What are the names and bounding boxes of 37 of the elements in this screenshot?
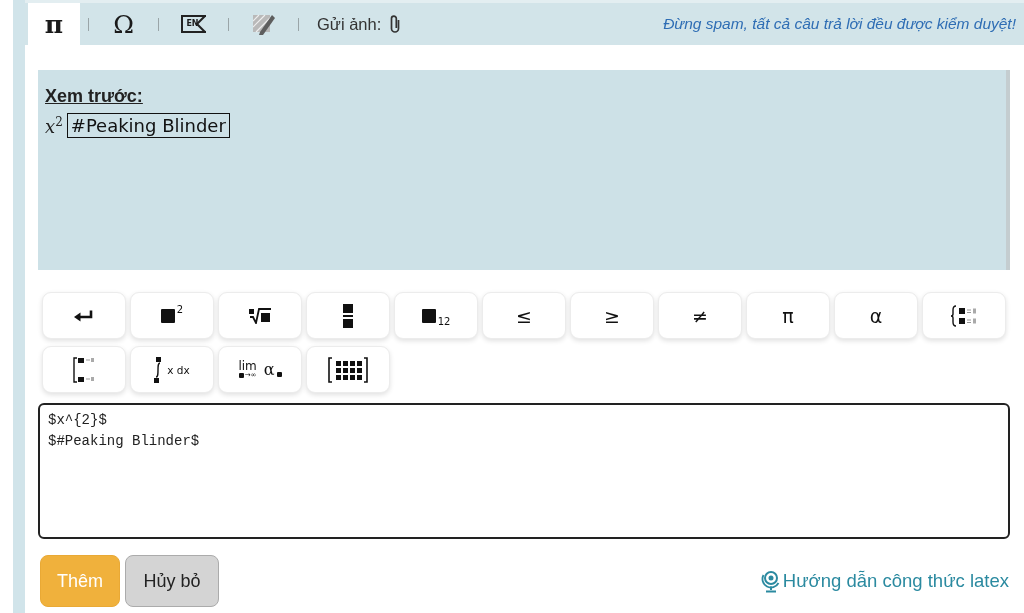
root-icon bbox=[249, 307, 271, 324]
power-key[interactable]: 2 bbox=[130, 292, 214, 339]
symbol-key[interactable]: α bbox=[834, 292, 918, 339]
cases-icon bbox=[950, 304, 978, 327]
preview-title: Xem trước: bbox=[45, 86, 143, 107]
fraction-icon bbox=[343, 303, 353, 328]
bracket-icon bbox=[72, 356, 96, 383]
boxed-text: #Peaking Blinder bbox=[66, 113, 230, 138]
latex-guide-link[interactable]: Hướng dẫn công thức latex bbox=[760, 569, 1010, 593]
latex-input[interactable]: $x^{2}$ $#Peaking Blinder$ bbox=[38, 403, 1010, 539]
paperclip-icon bbox=[389, 14, 402, 34]
cases-key[interactable] bbox=[922, 292, 1006, 339]
symbol-key[interactable]: ≤ bbox=[482, 292, 566, 339]
integral-icon bbox=[154, 356, 163, 383]
subscript-key[interactable]: 12 bbox=[394, 292, 478, 339]
globe-icon bbox=[760, 569, 781, 593]
math-formula: x$^{2}$ bbox=[45, 114, 63, 137]
pencil-icon bbox=[252, 13, 275, 35]
square-icon bbox=[276, 372, 282, 377]
integral-key[interactable]: x dx bbox=[130, 346, 214, 393]
symbol-key[interactable]: ≠ bbox=[658, 292, 742, 339]
symbol-tab[interactable]: Ω bbox=[89, 3, 158, 45]
square-icon bbox=[238, 373, 244, 378]
enter-icon bbox=[74, 309, 94, 322]
fraction-key[interactable] bbox=[306, 292, 390, 339]
symbol-key[interactable]: π bbox=[746, 292, 830, 339]
symbol-key[interactable]: ≥ bbox=[570, 292, 654, 339]
send-image-button[interactable]: Gửi ảnh: bbox=[299, 3, 402, 45]
symbol-tab[interactable]: π bbox=[28, 3, 80, 45]
square-icon bbox=[421, 308, 436, 323]
moderation-notice: Đừng spam, tất cả câu trả lời đều được kiểm duyệt! bbox=[663, 15, 1017, 33]
square-icon bbox=[160, 308, 175, 323]
matrix-key[interactable] bbox=[306, 346, 390, 393]
matrix-icon bbox=[328, 356, 368, 383]
system-key[interactable] bbox=[42, 346, 126, 393]
root-key[interactable] bbox=[218, 292, 302, 339]
cancel-button[interactable]: Hủy bỏ bbox=[125, 555, 219, 607]
